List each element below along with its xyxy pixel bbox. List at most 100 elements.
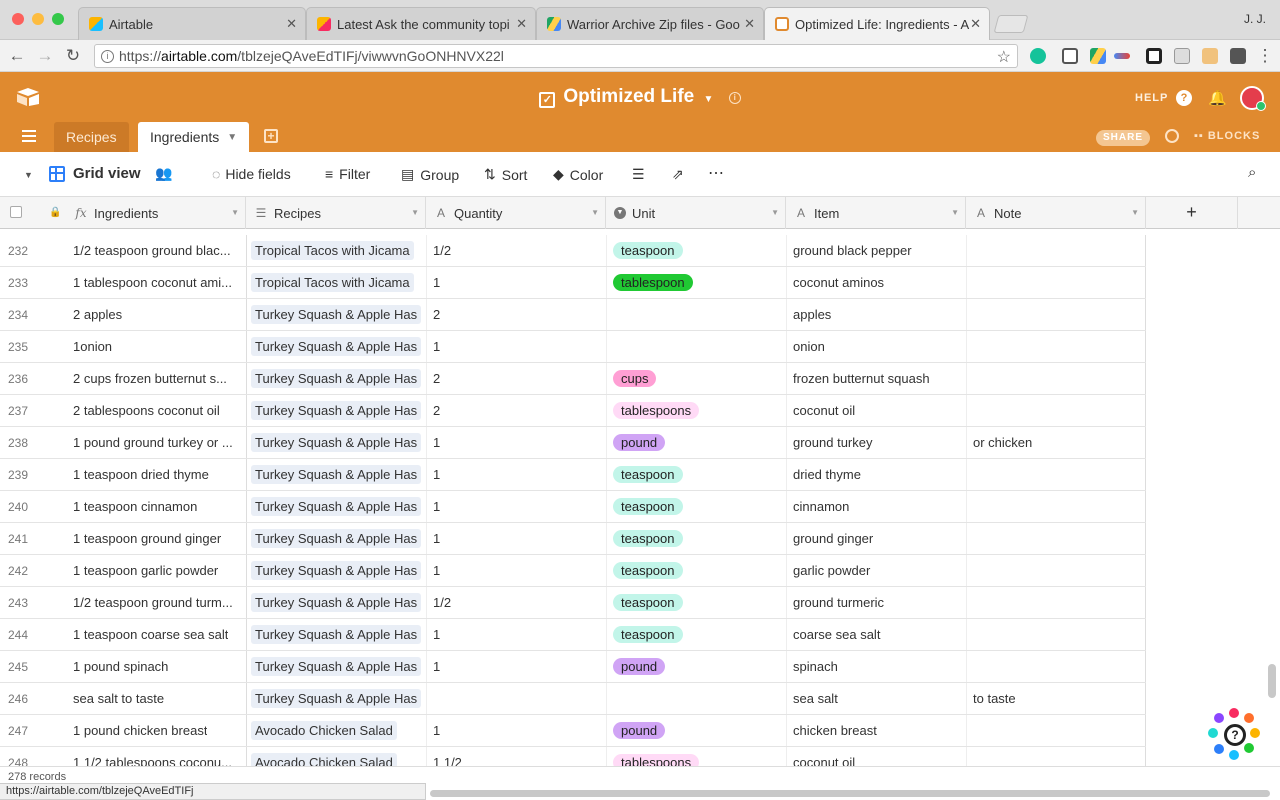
question-icon[interactable]: ?	[1176, 90, 1192, 106]
close-tab-icon[interactable]: ✕	[516, 16, 527, 32]
cell-ingredients[interactable]: 1 teaspoon dried thyme	[66, 459, 244, 490]
browser-tab[interactable]: Latest Ask the community topi ✕	[306, 7, 536, 40]
linked-record-chip[interactable]: Turkey Squash & Apple Has	[251, 625, 421, 644]
cell-note[interactable]	[966, 619, 1146, 650]
info-icon[interactable]: i	[728, 92, 741, 104]
add-table-icon[interactable]: +	[264, 129, 278, 143]
linked-record-chip[interactable]: Turkey Squash & Apple Has	[251, 305, 421, 324]
cell-unit[interactable]: tablespoons	[606, 395, 786, 426]
linked-record-chip[interactable]: Avocado Chicken Salad	[251, 721, 397, 740]
share-button[interactable]: SHARE	[1096, 130, 1151, 146]
group-button[interactable]: ▤ Group	[401, 166, 459, 183]
info-icon[interactable]: i	[101, 50, 114, 63]
cell-ingredients[interactable]: 1 teaspoon cinnamon	[66, 491, 244, 522]
column-header-quantity[interactable]: A Quantity ▼	[426, 197, 606, 229]
cell-quantity[interactable]: 1	[426, 715, 606, 746]
more-options-icon[interactable]: ⋯	[708, 163, 724, 183]
extension-icon[interactable]	[1062, 48, 1078, 64]
cell-quantity[interactable]: 1	[426, 651, 606, 682]
linked-record-chip[interactable]: Turkey Squash & Apple Has	[251, 369, 421, 388]
cell-ingredients[interactable]: sea salt to taste	[66, 683, 244, 714]
horizontal-scrollbar[interactable]	[430, 790, 1270, 797]
linked-record-chip[interactable]: Turkey Squash & Apple Has	[251, 401, 421, 420]
cell-quantity[interactable]: 1	[426, 523, 606, 554]
forward-arrow-icon[interactable]: →	[34, 45, 56, 67]
select-all-checkbox[interactable]	[10, 206, 22, 218]
toggle-sidebar-icon[interactable]: ▼	[24, 170, 33, 180]
cell-unit[interactable]: teaspoon	[606, 587, 786, 618]
chevron-down-icon[interactable]: ▼	[591, 208, 599, 217]
extension-icon[interactable]	[1146, 48, 1162, 64]
cell-quantity[interactable]: 1	[426, 427, 606, 458]
cell-item[interactable]: cinnamon	[786, 491, 966, 522]
help-link[interactable]: HELP	[1135, 92, 1168, 104]
search-icon[interactable]: ⌕	[1248, 164, 1256, 181]
new-tab-button[interactable]	[993, 15, 1029, 33]
table-row[interactable]: 244 1 teaspoon coarse sea salt Turkey Squa…	[0, 619, 1146, 651]
cell-unit[interactable]	[606, 299, 786, 330]
cell-note[interactable]	[966, 459, 1146, 490]
bell-icon[interactable]: 🔔	[1208, 89, 1227, 107]
cell-quantity[interactable]: 1	[426, 459, 606, 490]
chevron-down-icon[interactable]: ▼	[227, 132, 237, 143]
cell-recipes[interactable]: Turkey Squash & Apple Has	[246, 331, 425, 362]
column-header-note[interactable]: A Note ▼	[966, 197, 1146, 229]
cell-note[interactable]	[966, 523, 1146, 554]
chevron-down-icon[interactable]: ▼	[411, 208, 419, 217]
cell-item[interactable]: ground turkey	[786, 427, 966, 458]
table-row[interactable]: 247 1 pound chicken breast Avocado Chicken…	[0, 715, 1146, 747]
cell-unit[interactable]	[606, 331, 786, 362]
cell-item[interactable]: coarse sea salt	[786, 619, 966, 650]
menu-kebab-icon[interactable]: ⋮	[1254, 45, 1276, 67]
cell-note[interactable]	[966, 299, 1146, 330]
cell-note[interactable]	[966, 651, 1146, 682]
browser-tab[interactable]: Warrior Archive Zip files - Goo ✕	[536, 7, 764, 40]
cell-note[interactable]: to taste	[966, 683, 1146, 714]
cell-item[interactable]: sea salt	[786, 683, 966, 714]
hamburger-menu-icon[interactable]	[22, 130, 36, 145]
cell-recipes[interactable]: Turkey Squash & Apple Has	[246, 491, 425, 522]
linked-record-chip[interactable]: Turkey Squash & Apple Has	[251, 689, 421, 708]
blocks-button[interactable]: ▪▪ BLOCKS	[1194, 130, 1260, 142]
column-header-unit[interactable]: ▼ Unit ▼	[606, 197, 786, 229]
extension-icon[interactable]	[1230, 48, 1246, 64]
cell-ingredients[interactable]: 1 pound chicken breast	[66, 715, 244, 746]
table-row[interactable]: 246 sea salt to taste Turkey Squash & Appl…	[0, 683, 1146, 715]
cell-ingredients[interactable]: 1/2 teaspoon ground turm...	[66, 587, 244, 618]
cell-recipes[interactable]: Turkey Squash & Apple Has	[246, 619, 425, 650]
cell-item[interactable]: coconut aminos	[786, 267, 966, 298]
close-tab-icon[interactable]: ✕	[286, 16, 297, 32]
table-row[interactable]: 243 1/2 teaspoon ground turm... Turkey Squ…	[0, 587, 1146, 619]
cell-unit[interactable]: teaspoon	[606, 555, 786, 586]
cell-unit[interactable]: teaspoon	[606, 523, 786, 554]
cell-ingredients[interactable]: 1 teaspoon coarse sea salt	[66, 619, 244, 650]
linked-record-chip[interactable]: Turkey Squash & Apple Has	[251, 337, 421, 356]
cell-unit[interactable]: cups	[606, 363, 786, 394]
cell-item[interactable]: coconut oil	[786, 395, 966, 426]
chevron-down-icon[interactable]: ▼	[231, 208, 239, 217]
cell-unit[interactable]	[606, 683, 786, 714]
cell-unit[interactable]: tablespoon	[606, 267, 786, 298]
chevron-down-icon[interactable]: ▼	[771, 208, 779, 217]
cell-ingredients[interactable]: 1 tablespoon coconut ami...	[66, 267, 244, 298]
linked-record-chip[interactable]: Tropical Tacos with Jicama	[251, 273, 414, 292]
cell-unit[interactable]: teaspoon	[606, 459, 786, 490]
column-header-ingredients[interactable]: fx Ingredients ▼	[66, 197, 246, 229]
cell-quantity[interactable]: 1	[426, 555, 606, 586]
cell-item[interactable]: garlic powder	[786, 555, 966, 586]
browser-tab[interactable]: Airtable ✕	[78, 7, 306, 40]
table-row[interactable]: 233 1 tablespoon coconut ami... Tropical T…	[0, 267, 1146, 299]
cell-quantity[interactable]: 1	[426, 267, 606, 298]
cell-recipes[interactable]: Turkey Squash & Apple Has	[246, 555, 425, 586]
cell-recipes[interactable]: Turkey Squash & Apple Has	[246, 299, 425, 330]
close-tab-icon[interactable]: ✕	[744, 16, 755, 32]
cell-recipes[interactable]: Turkey Squash & Apple Has	[246, 683, 425, 714]
cell-quantity[interactable]: 2	[426, 299, 606, 330]
table-row[interactable]: 235 1onion Turkey Squash & Apple Has 1 onion	[0, 331, 1146, 363]
linked-record-chip[interactable]: Turkey Squash & Apple Has	[251, 497, 421, 516]
cell-recipes[interactable]: Tropical Tacos with Jicama	[246, 267, 425, 298]
cell-ingredients[interactable]: 1 pound ground turkey or ...	[66, 427, 244, 458]
cell-note[interactable]	[966, 363, 1146, 394]
chevron-down-icon[interactable]: ▼	[1131, 208, 1139, 217]
hide-fields-button[interactable]: ◌ Hide fields	[212, 166, 291, 182]
